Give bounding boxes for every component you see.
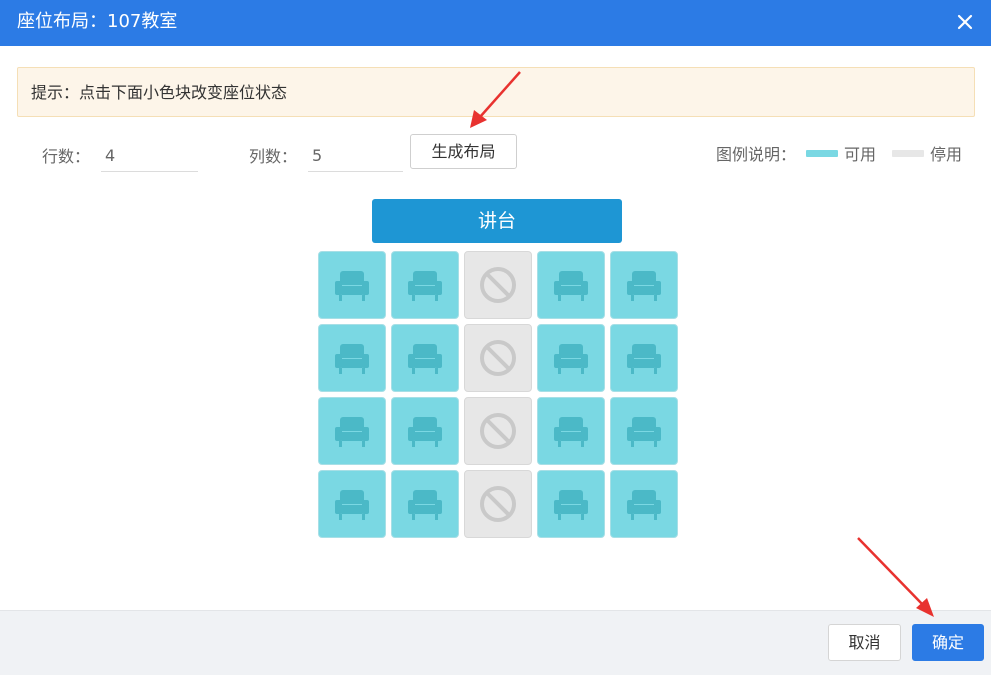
seat-4-4[interactable] bbox=[537, 470, 605, 538]
tip-banner: 提示：点击下面小色块改变座位状态 bbox=[17, 67, 975, 117]
legend-available-swatch bbox=[806, 150, 838, 157]
legend-disabled-swatch bbox=[892, 150, 924, 157]
seat-1-2[interactable] bbox=[391, 251, 459, 319]
prohibited-icon bbox=[478, 338, 518, 378]
seat-grid bbox=[318, 251, 678, 538]
prohibited-icon bbox=[478, 265, 518, 305]
seat-1-3[interactable] bbox=[464, 251, 532, 319]
legend-label: 图例说明： bbox=[716, 145, 797, 164]
armchair-icon bbox=[405, 338, 445, 378]
rows-label: 行数： bbox=[42, 147, 91, 166]
armchair-icon bbox=[332, 265, 372, 305]
armchair-icon bbox=[551, 484, 591, 524]
seat-2-4[interactable] bbox=[537, 324, 605, 392]
armchair-icon bbox=[551, 411, 591, 451]
seat-2-1[interactable] bbox=[318, 324, 386, 392]
seat-1-5[interactable] bbox=[610, 251, 678, 319]
armchair-icon bbox=[551, 338, 591, 378]
prohibited-icon bbox=[478, 411, 518, 451]
cols-input[interactable] bbox=[308, 140, 403, 172]
confirm-button[interactable]: 确定 bbox=[912, 624, 984, 661]
legend-available-label: 可用 bbox=[844, 145, 877, 164]
seat-4-3[interactable] bbox=[464, 470, 532, 538]
seat-2-5[interactable] bbox=[610, 324, 678, 392]
legend-disabled-label: 停用 bbox=[930, 145, 963, 164]
armchair-icon bbox=[405, 411, 445, 451]
seat-3-2[interactable] bbox=[391, 397, 459, 465]
seat-1-4[interactable] bbox=[537, 251, 605, 319]
armchair-icon bbox=[624, 338, 664, 378]
armchair-icon bbox=[332, 338, 372, 378]
seat-layout-dialog: 座位布局：107教室 提示：点击下面小色块改变座位状态 行数： 列数： 生成布局… bbox=[0, 0, 991, 675]
dialog-title: 座位布局：107教室 bbox=[17, 11, 178, 32]
prohibited-icon bbox=[478, 484, 518, 524]
armchair-icon bbox=[405, 484, 445, 524]
armchair-icon bbox=[332, 484, 372, 524]
seat-3-3[interactable] bbox=[464, 397, 532, 465]
cols-label: 列数： bbox=[249, 147, 298, 166]
arrow-icon bbox=[857, 537, 934, 617]
podium: 讲台 bbox=[372, 199, 622, 243]
dialog-footer: 取消 确定 bbox=[0, 610, 991, 675]
seat-1-1[interactable] bbox=[318, 251, 386, 319]
seat-3-4[interactable] bbox=[537, 397, 605, 465]
seat-3-1[interactable] bbox=[318, 397, 386, 465]
armchair-icon bbox=[624, 411, 664, 451]
seat-2-2[interactable] bbox=[391, 324, 459, 392]
armchair-icon bbox=[624, 265, 664, 305]
seat-4-2[interactable] bbox=[391, 470, 459, 538]
close-icon[interactable] bbox=[952, 9, 978, 35]
armchair-icon bbox=[624, 484, 664, 524]
tip-text: 提示：点击下面小色块改变座位状态 bbox=[31, 83, 288, 102]
seat-2-3[interactable] bbox=[464, 324, 532, 392]
seat-3-5[interactable] bbox=[610, 397, 678, 465]
cancel-button[interactable]: 取消 bbox=[828, 624, 901, 661]
dialog-header: 座位布局：107教室 bbox=[0, 0, 991, 46]
armchair-icon bbox=[332, 411, 372, 451]
armchair-icon bbox=[551, 265, 591, 305]
armchair-icon bbox=[405, 265, 445, 305]
generate-layout-button[interactable]: 生成布局 bbox=[410, 134, 517, 169]
rows-input[interactable] bbox=[101, 140, 198, 172]
seat-4-1[interactable] bbox=[318, 470, 386, 538]
seat-4-5[interactable] bbox=[610, 470, 678, 538]
